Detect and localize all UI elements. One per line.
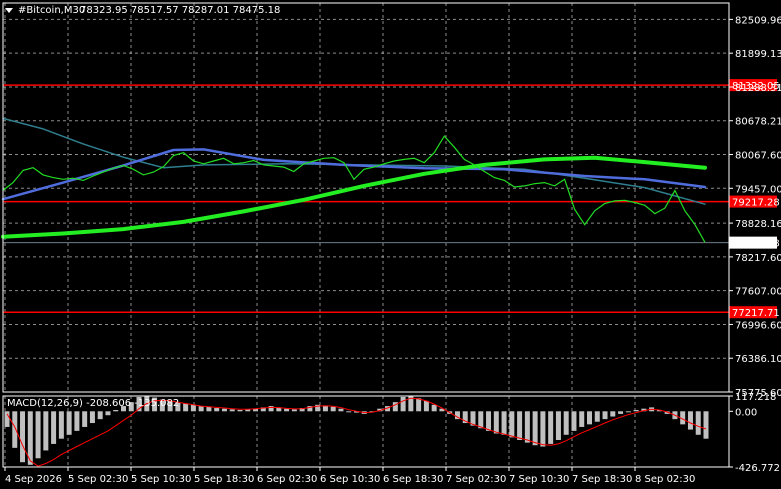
macd-y-tick-label: 0.00: [735, 407, 757, 418]
macd-bar: [594, 411, 600, 422]
macd-bar: [486, 411, 492, 431]
x-tick-label: 6 Sep 02:30: [257, 474, 317, 485]
macd-bar: [416, 398, 422, 412]
macd-bar: [625, 411, 631, 413]
macd-bar: [20, 411, 26, 463]
macd-bar: [89, 411, 95, 424]
x-tick-label: 4 Sep 2026: [5, 474, 62, 485]
macd-bar: [82, 411, 88, 427]
y-tick-label: 79457.00: [735, 184, 781, 195]
level-label: 79217.28: [732, 198, 780, 209]
macd-bar: [563, 411, 569, 435]
macd-bar: [703, 411, 709, 439]
macd-bar: [190, 404, 196, 412]
y-tick-label: 80678.21: [735, 117, 781, 128]
macd-bar: [291, 409, 297, 412]
macd-bar: [501, 411, 507, 435]
x-tick-label: 5 Sep 10:30: [131, 474, 191, 485]
macd-bar: [105, 411, 111, 416]
x-tick-label: 5 Sep 02:30: [68, 474, 128, 485]
macd-bar: [517, 411, 523, 441]
macd-bar: [618, 411, 624, 414]
x-tick-label: 6 Sep 10:30: [320, 474, 380, 485]
macd-bar: [633, 409, 639, 412]
macd-y-tick-label: 117.218: [735, 392, 776, 403]
macd-bar: [206, 406, 212, 412]
macd-bar: [493, 411, 499, 434]
x-tick-label: 6 Sep 18:30: [383, 474, 443, 485]
macd-bar: [214, 408, 220, 412]
macd-bar: [198, 406, 204, 412]
y-tick-label: 82509.96: [735, 15, 781, 26]
macd-bar: [97, 411, 103, 420]
macd-bar: [183, 403, 189, 412]
macd-bar: [43, 411, 49, 451]
macd-bar: [58, 411, 64, 439]
macd-bar: [478, 411, 484, 429]
level-label: 77217.71: [732, 308, 780, 319]
symbol-label: #Bitcoin,M30: [18, 5, 85, 16]
macd-bar: [113, 409, 119, 412]
macd-y-tick-label: -426.772: [735, 463, 780, 474]
macd-bar: [35, 411, 41, 459]
macd-bar: [579, 411, 585, 427]
y-tick-label: 76386.10: [735, 354, 781, 365]
macd-bar: [695, 411, 701, 435]
y-tick-label: 80067.60: [735, 151, 781, 162]
ohlc-values: 78323.95 78517.57 78287.01 78475.18: [80, 5, 280, 16]
macd-label: MACD(12,26,9) -208.606 -135.082: [7, 398, 179, 409]
macd-bar: [400, 396, 406, 412]
macd-bar: [51, 411, 57, 444]
macd-bar: [4, 411, 10, 427]
macd-bar: [346, 411, 352, 413]
y-tick-label: 78828.16: [735, 219, 781, 230]
macd-bar: [587, 411, 592, 425]
macd-bar: [66, 411, 72, 435]
macd-bar: [524, 411, 530, 443]
x-tick-label: 8 Sep 02:30: [635, 474, 695, 485]
chart-header: #Bitcoin,M30 78323.95 78517.57 78287.01 …: [5, 5, 280, 16]
macd-bar: [555, 411, 561, 441]
last-price-label: 78475.18: [732, 239, 780, 250]
macd-bar: [610, 411, 616, 417]
macd-bar: [423, 400, 429, 412]
macd-bar: [509, 411, 515, 438]
macd-bar: [431, 404, 437, 412]
x-tick-label: 7 Sep 18:30: [572, 474, 632, 485]
macd-bar: [548, 411, 554, 444]
x-tick-label: 7 Sep 02:30: [446, 474, 506, 485]
macd-bar: [229, 409, 235, 412]
macd-bar: [330, 406, 336, 412]
macd-bar: [338, 408, 344, 412]
macd-bar: [237, 409, 243, 412]
macd-bar: [602, 411, 608, 420]
y-tick-label: 81899.13: [735, 49, 781, 60]
y-tick-label: 81288.31: [735, 83, 781, 94]
price-chart[interactable]: 81322.0579217.2877217.7178475.18 82509.9…: [0, 0, 781, 489]
macd-bar: [284, 408, 290, 412]
macd-bar: [74, 411, 80, 431]
y-tick-label: 77607.00: [735, 287, 781, 298]
macd-bar: [687, 411, 693, 430]
x-tick-label: 7 Sep 10:30: [509, 474, 569, 485]
macd-bar: [532, 411, 538, 446]
y-tick-label: 76996.60: [735, 320, 781, 331]
macd-bar: [12, 411, 18, 448]
macd-bar: [268, 406, 274, 412]
y-tick-label: 78217.60: [735, 253, 781, 264]
macd-bar: [571, 411, 577, 431]
chart-background: [0, 0, 781, 489]
macd-bar: [221, 408, 227, 412]
macd-bar: [540, 411, 546, 447]
x-tick-label: 5 Sep 18:30: [194, 474, 254, 485]
